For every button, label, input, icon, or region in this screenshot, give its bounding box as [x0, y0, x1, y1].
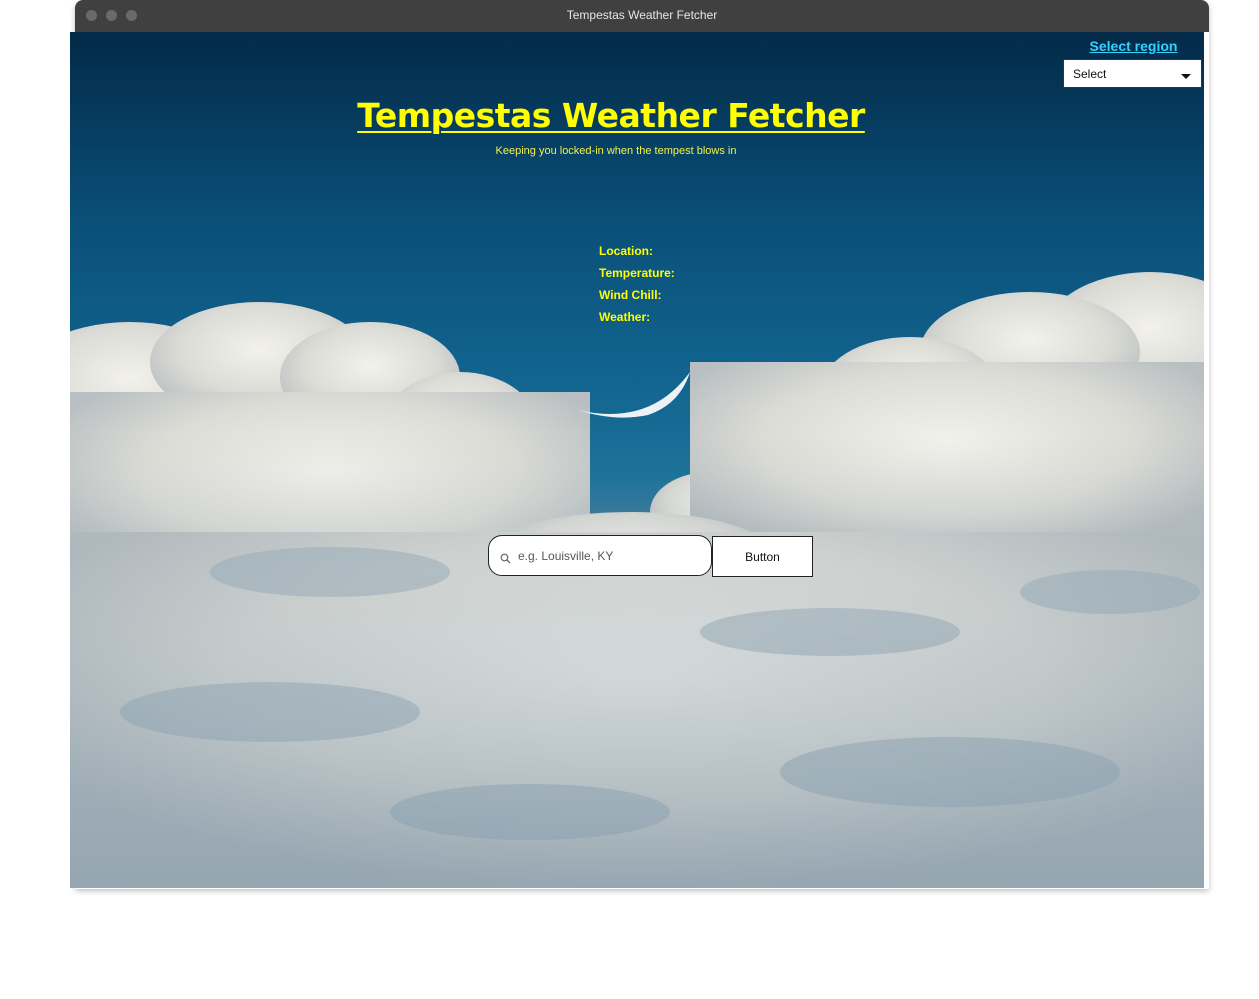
fetch-weather-button[interactable]: Button [712, 536, 813, 577]
region-dropdown[interactable]: Select [1063, 59, 1202, 88]
wind-chill-label: Wind Chill: [599, 288, 662, 302]
region-dropdown-value: Select [1073, 67, 1107, 81]
chevron-down-icon [1181, 74, 1191, 79]
page-title: Tempestas Weather Fetcher [357, 96, 865, 135]
location-search-input[interactable] [518, 547, 698, 565]
sky-clouds-background [70, 272, 1204, 888]
weather-info-list: Location: Temperature: Wind Chill: Weath… [599, 244, 675, 332]
search-box[interactable] [488, 535, 712, 576]
location-label: Location: [599, 244, 653, 258]
crescent-moon [578, 372, 690, 418]
page-subtitle: Keeping you locked-in when the tempest b… [495, 145, 737, 157]
weather-label: Weather: [599, 310, 651, 324]
window-right-edge [1204, 32, 1208, 888]
window-titlebar[interactable]: Tempestas Weather Fetcher [75, 0, 1209, 32]
temperature-label: Temperature: [599, 266, 675, 280]
window-title: Tempestas Weather Fetcher [566, 8, 718, 22]
search-icon [500, 551, 511, 569]
page-viewport [70, 32, 1204, 888]
select-region-link[interactable]: Select region [1063, 38, 1204, 54]
